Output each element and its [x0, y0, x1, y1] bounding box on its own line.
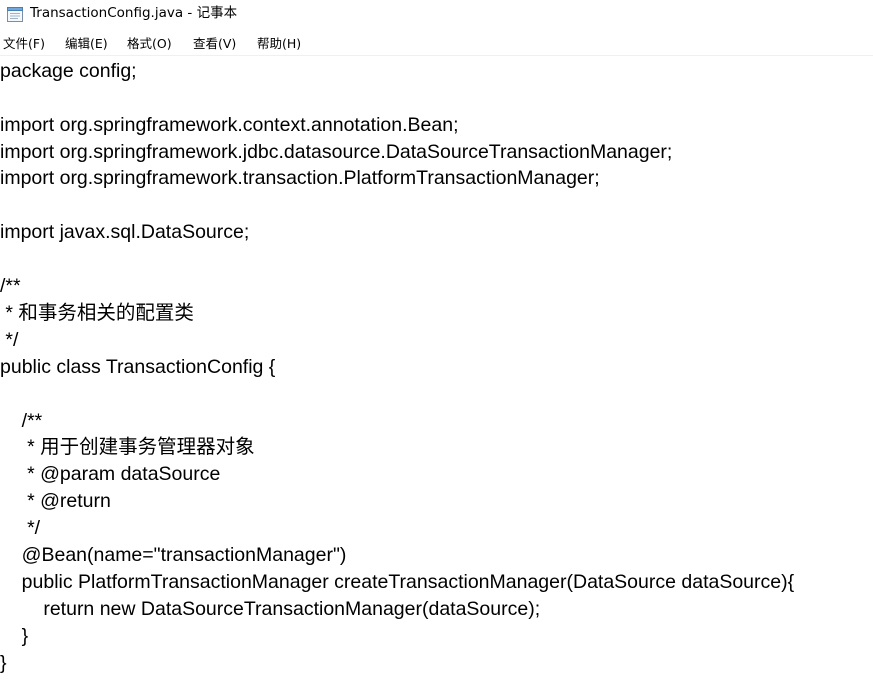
menu-format[interactable]: 格式(O)	[127, 36, 172, 52]
code-line: return new DataSourceTransactionManager(…	[0, 598, 541, 620]
code-line: * 和事务相关的配置类	[0, 302, 194, 324]
code-line: /**	[0, 275, 21, 297]
code-line: * 用于创建事务管理器对象	[0, 436, 255, 458]
window-title: TransactionConfig.java - 记事本	[30, 5, 238, 21]
code-line: * @return	[0, 490, 111, 512]
menu-edit[interactable]: 编辑(E)	[65, 36, 108, 52]
code-line: import org.springframework.jdbc.datasour…	[0, 141, 673, 163]
code-line: */	[0, 329, 19, 351]
code-line: }	[0, 652, 7, 674]
code-line: * @param dataSource	[0, 463, 221, 485]
menu-bar: 文件(F) 编辑(E) 格式(O) 查看(V) 帮助(H)	[0, 33, 873, 56]
title-bar[interactable]: TransactionConfig.java - 记事本	[0, 0, 873, 28]
menu-file[interactable]: 文件(F)	[3, 36, 45, 52]
menu-help[interactable]: 帮助(H)	[257, 36, 301, 52]
code-line: */	[0, 517, 41, 539]
code-line: package config;	[0, 60, 137, 82]
code-line: public PlatformTransactionManager create…	[0, 571, 795, 593]
notepad-icon	[7, 7, 23, 22]
code-line: public class TransactionConfig {	[0, 356, 276, 378]
code-line: import org.springframework.transaction.P…	[0, 167, 600, 189]
code-line: /**	[0, 410, 43, 432]
menu-view[interactable]: 查看(V)	[193, 36, 236, 52]
notepad-window: TransactionConfig.java - 记事本 文件(F) 编辑(E)…	[0, 0, 873, 687]
text-editor-area[interactable]: package config; import org.springframewo…	[0, 56, 873, 687]
code-line: @Bean(name="transactionManager")	[0, 544, 347, 566]
code-line: }	[0, 625, 29, 647]
code-line: import javax.sql.DataSource;	[0, 221, 250, 243]
code-line: import org.springframework.context.annot…	[0, 114, 459, 136]
